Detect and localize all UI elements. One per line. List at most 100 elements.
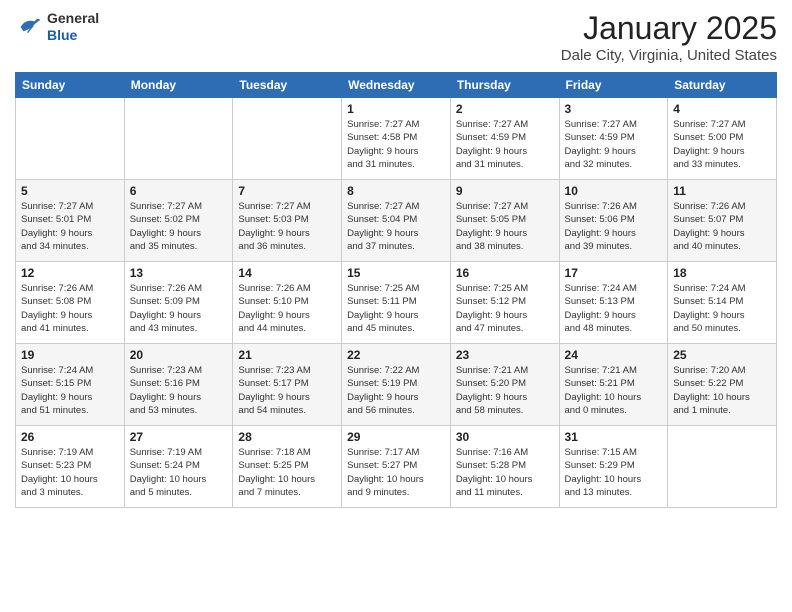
weekday-header-friday: Friday [559, 73, 668, 98]
day-info: Sunrise: 7:24 AMSunset: 5:13 PMDaylight:… [565, 282, 663, 335]
day-cell: 21 Sunrise: 7:23 AMSunset: 5:17 PMDayligh… [233, 344, 342, 426]
day-info: Sunrise: 7:27 AMSunset: 5:01 PMDaylight:… [21, 200, 119, 253]
day-number: 30 [456, 430, 554, 444]
day-number: 8 [347, 184, 445, 198]
day-info: Sunrise: 7:25 AMSunset: 5:11 PMDaylight:… [347, 282, 445, 335]
day-number: 27 [130, 430, 228, 444]
day-number: 17 [565, 266, 663, 280]
logo-general-text: General [47, 10, 99, 26]
day-cell: 18 Sunrise: 7:24 AMSunset: 5:14 PMDayligh… [668, 262, 777, 344]
day-cell: 25Sunrise: 7:20 AMSunset: 5:22 PMDayligh… [668, 344, 777, 426]
weekday-header-row: SundayMondayTuesdayWednesdayThursdayFrid… [16, 73, 777, 98]
title-section: January 2025 Dale City, Virginia, United… [561, 10, 777, 64]
day-number: 26 [21, 430, 119, 444]
day-number: 6 [130, 184, 228, 198]
day-cell: 2 Sunrise: 7:27 AMSunset: 4:59 PMDaylight… [450, 98, 559, 180]
day-info: Sunrise: 7:19 AMSunset: 5:24 PMDaylight:… [130, 446, 228, 499]
day-info: Sunrise: 7:27 AMSunset: 4:59 PMDaylight:… [456, 118, 554, 171]
logo-blue-text: Blue [47, 27, 77, 43]
weekday-header-thursday: Thursday [450, 73, 559, 98]
day-cell: 31Sunrise: 7:15 AMSunset: 5:29 PMDayligh… [559, 426, 668, 508]
day-info: Sunrise: 7:27 AMSunset: 5:02 PMDaylight:… [130, 200, 228, 253]
day-number: 29 [347, 430, 445, 444]
weekday-header-tuesday: Tuesday [233, 73, 342, 98]
day-cell: 29 Sunrise: 7:17 AMSunset: 5:27 PMDayligh… [342, 426, 451, 508]
week-row-3: 19 Sunrise: 7:24 AMSunset: 5:15 PMDayligh… [16, 344, 777, 426]
day-info: Sunrise: 7:27 AMSunset: 4:58 PMDaylight:… [347, 118, 445, 171]
day-cell [668, 426, 777, 508]
day-info: Sunrise: 7:27 AMSunset: 4:59 PMDaylight:… [565, 118, 663, 171]
day-number: 20 [130, 348, 228, 362]
month-title: January 2025 [561, 10, 777, 47]
day-cell: 13Sunrise: 7:26 AMSunset: 5:09 PMDayligh… [124, 262, 233, 344]
location-title: Dale City, Virginia, United States [561, 47, 777, 64]
day-number: 1 [347, 102, 445, 116]
day-info: Sunrise: 7:26 AMSunset: 5:07 PMDaylight:… [673, 200, 771, 253]
day-number: 3 [565, 102, 663, 116]
weekday-header-wednesday: Wednesday [342, 73, 451, 98]
day-info: Sunrise: 7:26 AMSunset: 5:06 PMDaylight:… [565, 200, 663, 253]
day-info: Sunrise: 7:18 AMSunset: 5:25 PMDaylight:… [238, 446, 336, 499]
day-number: 14 [238, 266, 336, 280]
day-number: 10 [565, 184, 663, 198]
day-cell: 17 Sunrise: 7:24 AMSunset: 5:13 PMDayligh… [559, 262, 668, 344]
day-number: 19 [21, 348, 119, 362]
day-cell: 16Sunrise: 7:25 AMSunset: 5:12 PMDayligh… [450, 262, 559, 344]
day-info: Sunrise: 7:24 AMSunset: 5:14 PMDaylight:… [673, 282, 771, 335]
week-row-1: 5 Sunrise: 7:27 AMSunset: 5:01 PMDaylight… [16, 180, 777, 262]
day-info: Sunrise: 7:26 AMSunset: 5:10 PMDaylight:… [238, 282, 336, 335]
day-cell: 23Sunrise: 7:21 AMSunset: 5:20 PMDayligh… [450, 344, 559, 426]
day-cell: 3 Sunrise: 7:27 AMSunset: 4:59 PMDaylight… [559, 98, 668, 180]
day-cell: 28Sunrise: 7:18 AMSunset: 5:25 PMDayligh… [233, 426, 342, 508]
day-cell: 24 Sunrise: 7:21 AMSunset: 5:21 PMDayligh… [559, 344, 668, 426]
logo: General Blue [15, 10, 99, 44]
day-cell: 6 Sunrise: 7:27 AMSunset: 5:02 PMDaylight… [124, 180, 233, 262]
day-cell: 10 Sunrise: 7:26 AMSunset: 5:06 PMDayligh… [559, 180, 668, 262]
logo-icon [15, 13, 43, 41]
day-info: Sunrise: 7:27 AMSunset: 5:03 PMDaylight:… [238, 200, 336, 253]
day-number: 12 [21, 266, 119, 280]
day-cell: 8Sunrise: 7:27 AMSunset: 5:04 PMDaylight… [342, 180, 451, 262]
day-number: 24 [565, 348, 663, 362]
day-number: 16 [456, 266, 554, 280]
day-cell: 7 Sunrise: 7:27 AMSunset: 5:03 PMDaylight… [233, 180, 342, 262]
weekday-header-monday: Monday [124, 73, 233, 98]
day-info: Sunrise: 7:17 AMSunset: 5:27 PMDaylight:… [347, 446, 445, 499]
day-info: Sunrise: 7:27 AMSunset: 5:00 PMDaylight:… [673, 118, 771, 171]
day-cell: 14 Sunrise: 7:26 AMSunset: 5:10 PMDayligh… [233, 262, 342, 344]
day-number: 18 [673, 266, 771, 280]
day-cell: 15 Sunrise: 7:25 AMSunset: 5:11 PMDayligh… [342, 262, 451, 344]
day-info: Sunrise: 7:27 AMSunset: 5:05 PMDaylight:… [456, 200, 554, 253]
day-number: 7 [238, 184, 336, 198]
day-number: 11 [673, 184, 771, 198]
day-info: Sunrise: 7:21 AMSunset: 5:21 PMDaylight:… [565, 364, 663, 417]
day-cell: 12 Sunrise: 7:26 AMSunset: 5:08 PMDayligh… [16, 262, 125, 344]
day-cell [124, 98, 233, 180]
day-cell: 5 Sunrise: 7:27 AMSunset: 5:01 PMDaylight… [16, 180, 125, 262]
week-row-4: 26 Sunrise: 7:19 AMSunset: 5:23 PMDayligh… [16, 426, 777, 508]
day-cell: 30 Sunrise: 7:16 AMSunset: 5:28 PMDayligh… [450, 426, 559, 508]
day-info: Sunrise: 7:26 AMSunset: 5:08 PMDaylight:… [21, 282, 119, 335]
day-cell: 19 Sunrise: 7:24 AMSunset: 5:15 PMDayligh… [16, 344, 125, 426]
day-info: Sunrise: 7:15 AMSunset: 5:29 PMDaylight:… [565, 446, 663, 499]
day-number: 15 [347, 266, 445, 280]
day-cell: 11 Sunrise: 7:26 AMSunset: 5:07 PMDayligh… [668, 180, 777, 262]
calendar-table: SundayMondayTuesdayWednesdayThursdayFrid… [15, 72, 777, 508]
day-cell: 20Sunrise: 7:23 AMSunset: 5:16 PMDayligh… [124, 344, 233, 426]
day-info: Sunrise: 7:16 AMSunset: 5:28 PMDaylight:… [456, 446, 554, 499]
day-info: Sunrise: 7:23 AMSunset: 5:17 PMDaylight:… [238, 364, 336, 417]
page-container: General Blue January 2025 Dale City, Vir… [0, 0, 792, 513]
header-section: General Blue January 2025 Dale City, Vir… [15, 10, 777, 64]
day-info: Sunrise: 7:19 AMSunset: 5:23 PMDaylight:… [21, 446, 119, 499]
day-cell: 1 Sunrise: 7:27 AMSunset: 4:58 PMDaylight… [342, 98, 451, 180]
day-cell [16, 98, 125, 180]
day-info: Sunrise: 7:26 AMSunset: 5:09 PMDaylight:… [130, 282, 228, 335]
day-info: Sunrise: 7:24 AMSunset: 5:15 PMDaylight:… [21, 364, 119, 417]
day-number: 5 [21, 184, 119, 198]
day-number: 2 [456, 102, 554, 116]
week-row-2: 12 Sunrise: 7:26 AMSunset: 5:08 PMDayligh… [16, 262, 777, 344]
day-info: Sunrise: 7:22 AMSunset: 5:19 PMDaylight:… [347, 364, 445, 417]
day-cell: 22Sunrise: 7:22 AMSunset: 5:19 PMDayligh… [342, 344, 451, 426]
day-cell: 26 Sunrise: 7:19 AMSunset: 5:23 PMDayligh… [16, 426, 125, 508]
day-number: 21 [238, 348, 336, 362]
